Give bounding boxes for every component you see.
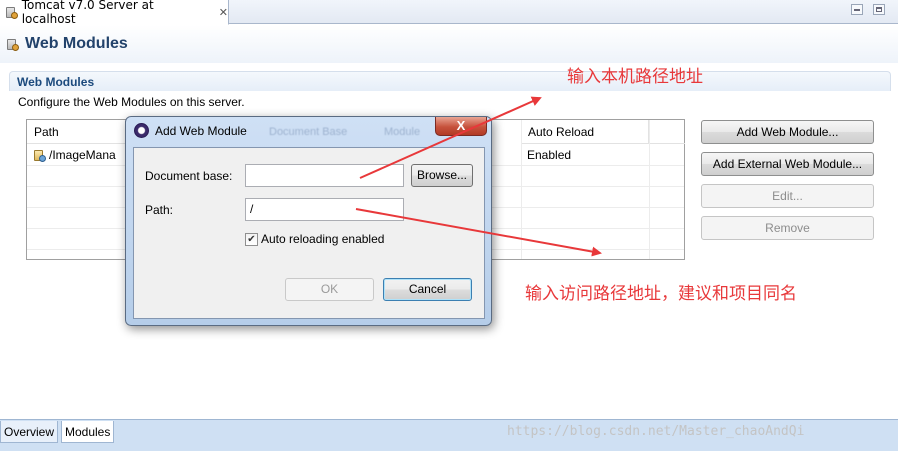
eclipse-icon [134, 123, 149, 138]
edit-button[interactable]: Edit... [701, 184, 874, 208]
add-web-module-button[interactable]: Add Web Module... [701, 120, 874, 144]
editor-tab-label: Tomcat v7.0 Server at localhost [21, 0, 154, 26]
ghost-column-header: Module [384, 126, 421, 138]
server-icon [6, 38, 19, 51]
cell-auto-reload: Enabled [527, 148, 572, 162]
cell-path: /ImageMana [49, 148, 116, 162]
section-title: Web Modules [17, 75, 95, 89]
cancel-button[interactable]: Cancel [383, 278, 472, 301]
table-row[interactable]: /ImageMana [33, 145, 116, 165]
section-description: Configure the Web Modules on this server… [18, 95, 245, 109]
dialog-body: Document base: Browse... Path: / ✔ Auto … [133, 147, 485, 319]
editor-window: Tomcat v7.0 Server at localhost ✕ Web Mo… [0, 0, 898, 451]
section-header: Web Modules [9, 71, 891, 91]
page-title: Web Modules [25, 35, 128, 52]
tab-modules[interactable]: Modules [61, 421, 115, 443]
dialog-titlebar: Add Web Module [134, 123, 247, 138]
web-module-icon [33, 149, 46, 162]
annotation-path: 输入访问路径地址，建议和项目同名 [525, 284, 797, 304]
document-base-label: Document base: [145, 169, 233, 183]
editor-tab-bar: Tomcat v7.0 Server at localhost ✕ [0, 0, 898, 26]
ok-button[interactable]: OK [285, 278, 374, 301]
column-divider [649, 120, 650, 259]
column-divider [521, 120, 522, 259]
path-label: Path: [145, 203, 174, 217]
auto-reload-checkbox[interactable]: ✔ [245, 233, 258, 246]
watermark: https://blog.csdn.net/Master_chaoAndQi [507, 424, 805, 439]
column-header-path[interactable]: Path [27, 120, 127, 144]
dialog-title: Add Web Module [155, 123, 247, 138]
auto-reload-label[interactable]: Auto reloading enabled [261, 232, 384, 246]
tab-overview[interactable]: Overview [0, 421, 59, 443]
page-header: Web Modules [0, 25, 898, 63]
close-icon[interactable]: ✕ [219, 6, 228, 19]
column-header-filler [649, 120, 685, 144]
minimize-icon[interactable] [851, 4, 863, 15]
add-web-module-dialog: Add Web Module Document Base Module X Do… [125, 116, 492, 326]
server-icon [5, 6, 18, 19]
add-external-web-module-button[interactable]: Add External Web Module... [701, 152, 874, 176]
remove-button[interactable]: Remove [701, 216, 874, 240]
editor-tab-server[interactable]: Tomcat v7.0 Server at localhost ✕ [0, 0, 229, 26]
maximize-icon[interactable] [873, 4, 885, 15]
annotation-document-base: 输入本机路径地址 [567, 67, 703, 87]
path-input[interactable]: / [245, 198, 404, 221]
ghost-column-header: Document Base [269, 126, 348, 138]
close-icon[interactable]: X [435, 117, 487, 136]
browse-button[interactable]: Browse... [411, 164, 473, 187]
document-base-input[interactable] [245, 164, 404, 187]
column-header-auto-reload[interactable]: Auto Reload [521, 120, 649, 144]
